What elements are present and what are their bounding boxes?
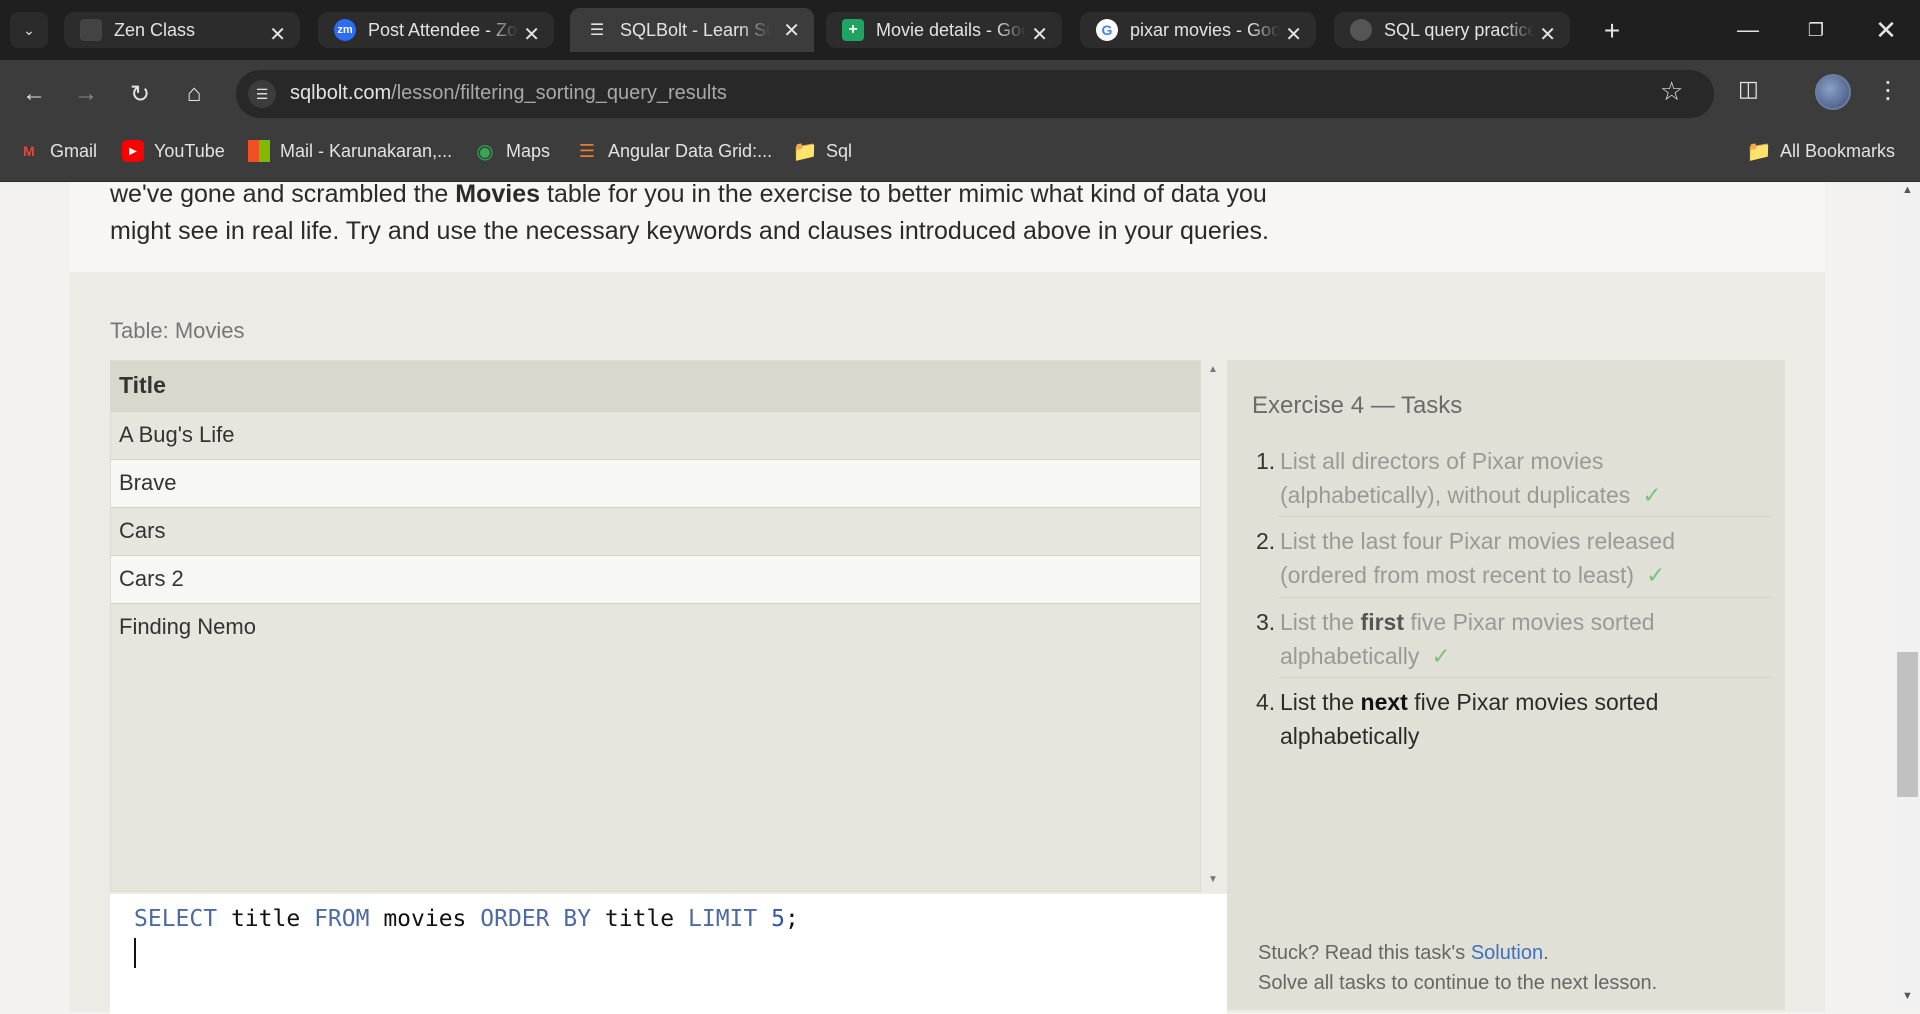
bookmark-mail[interactable]: Mail - Karunakaran,...	[248, 136, 452, 166]
table-row: Cars	[111, 506, 1200, 555]
divider	[1278, 516, 1772, 517]
folder-icon: 📁	[792, 140, 818, 163]
bookmark-maps[interactable]: ◉ Maps	[474, 136, 550, 166]
site-info-icon[interactable]: ☰	[248, 80, 276, 108]
table-row: Finding Nemo	[111, 602, 1200, 651]
table-row: A Bug's Life	[111, 410, 1200, 459]
extensions-icon[interactable]: ◫	[1738, 76, 1759, 102]
close-icon[interactable]: ✕	[269, 22, 286, 47]
close-icon[interactable]: ✕	[1285, 22, 1302, 47]
scroll-down-icon[interactable]: ▼	[1208, 874, 1218, 885]
close-icon[interactable]: ✕	[783, 18, 800, 43]
page-icon	[80, 19, 102, 41]
divider	[1278, 677, 1772, 678]
sql-query-text[interactable]: SELECT title FROM movies ORDER BY title …	[134, 906, 799, 932]
close-icon[interactable]: ✕	[523, 22, 540, 47]
google-icon: G	[1096, 19, 1118, 41]
table-caption: Table: Movies	[110, 318, 245, 343]
tab-post-attendee[interactable]: zm Post Attendee - Zoom ✕	[318, 12, 554, 48]
chevron-down-icon: ⌄	[23, 21, 35, 38]
bookmark-angular-grid[interactable]: ☰ Angular Data Grid:...	[576, 136, 772, 166]
scroll-up-icon[interactable]: ▲	[1902, 184, 1913, 196]
forward-button[interactable]: →	[66, 74, 106, 114]
tab-sql-query-practice[interactable]: SQL query practice ✕	[1334, 12, 1570, 48]
table-row: Brave	[111, 458, 1200, 507]
scrollbar-thumb[interactable]	[1897, 652, 1918, 797]
microsoft-icon	[248, 140, 270, 162]
close-icon[interactable]: ✕	[1539, 22, 1556, 47]
tab-movie-details[interactable]: + Movie details - Google Sheets ✕	[826, 12, 1062, 48]
profile-avatar[interactable]	[1815, 74, 1851, 110]
back-button[interactable]: ←	[14, 74, 54, 114]
github-icon	[1350, 19, 1372, 41]
all-bookmarks[interactable]: 📁 All Bookmarks	[1746, 136, 1895, 166]
youtube-icon: ▶	[122, 140, 144, 162]
scroll-up-icon[interactable]: ▲	[1208, 364, 1218, 375]
reload-button[interactable]: ↻	[120, 74, 160, 114]
close-icon[interactable]: ✕	[1031, 22, 1048, 47]
zoom-icon: zm	[334, 19, 356, 41]
sheets-icon: +	[842, 19, 864, 41]
tasks-title: Exercise 4 — Tasks	[1252, 392, 1463, 419]
new-tab-button[interactable]: +	[1595, 14, 1629, 48]
divider	[1278, 597, 1772, 598]
restore-button[interactable]: ❐	[1782, 0, 1850, 60]
page-scrollbar[interactable]: ▲ ▼	[1895, 182, 1920, 1008]
check-icon: ✓	[1646, 562, 1666, 588]
check-icon: ✓	[1431, 643, 1451, 669]
more-menu-icon[interactable]: ⋮	[1876, 76, 1900, 105]
stuck-help-text: Stuck? Read this task's Solution. Solve …	[1258, 942, 1658, 994]
ag-grid-icon: ☰	[578, 140, 596, 161]
bookmark-gmail[interactable]: M Gmail	[18, 136, 97, 166]
bookmark-folder-sql[interactable]: 📁 Sql	[792, 136, 852, 166]
url-text[interactable]: sqlbolt.com/lesson/filtering_sorting_que…	[290, 82, 727, 105]
column-header-title: Title	[111, 361, 1200, 411]
check-icon: ✓	[1642, 482, 1662, 508]
tab-search-button[interactable]: ⌄	[10, 12, 48, 48]
scroll-down-icon[interactable]: ▼	[1902, 990, 1913, 1002]
results-scrollbar[interactable]: ▲ ▼	[1201, 360, 1227, 892]
map-pin-icon: ◉	[476, 140, 494, 163]
bookmark-star-icon[interactable]: ☆	[1660, 76, 1683, 107]
database-icon: ☰	[589, 22, 605, 39]
table-row: Cars 2	[111, 554, 1200, 603]
tab-sqlbolt[interactable]: ☰ SQLBolt - Learn SQL ✕	[570, 8, 814, 52]
minimize-button[interactable]: —	[1714, 0, 1782, 60]
bookmark-youtube[interactable]: ▶ YouTube	[122, 136, 225, 166]
solution-link[interactable]: Solution	[1471, 942, 1543, 964]
close-window-button[interactable]: ✕	[1852, 0, 1920, 60]
tab-pixar-movies[interactable]: G pixar movies - Google Search ✕	[1080, 12, 1316, 48]
text-cursor	[134, 938, 136, 968]
home-button[interactable]: ⌂	[174, 74, 214, 114]
gmail-icon: M	[23, 143, 35, 159]
tab-zen-class[interactable]: Zen Class ✕	[64, 12, 300, 48]
results-table: Title A Bug's Life Brave Cars Cars 2 Fin…	[110, 360, 1201, 892]
folder-icon: 📁	[1746, 140, 1772, 163]
lesson-intro-text: we've gone and scrambled the Movies tabl…	[110, 180, 1269, 245]
